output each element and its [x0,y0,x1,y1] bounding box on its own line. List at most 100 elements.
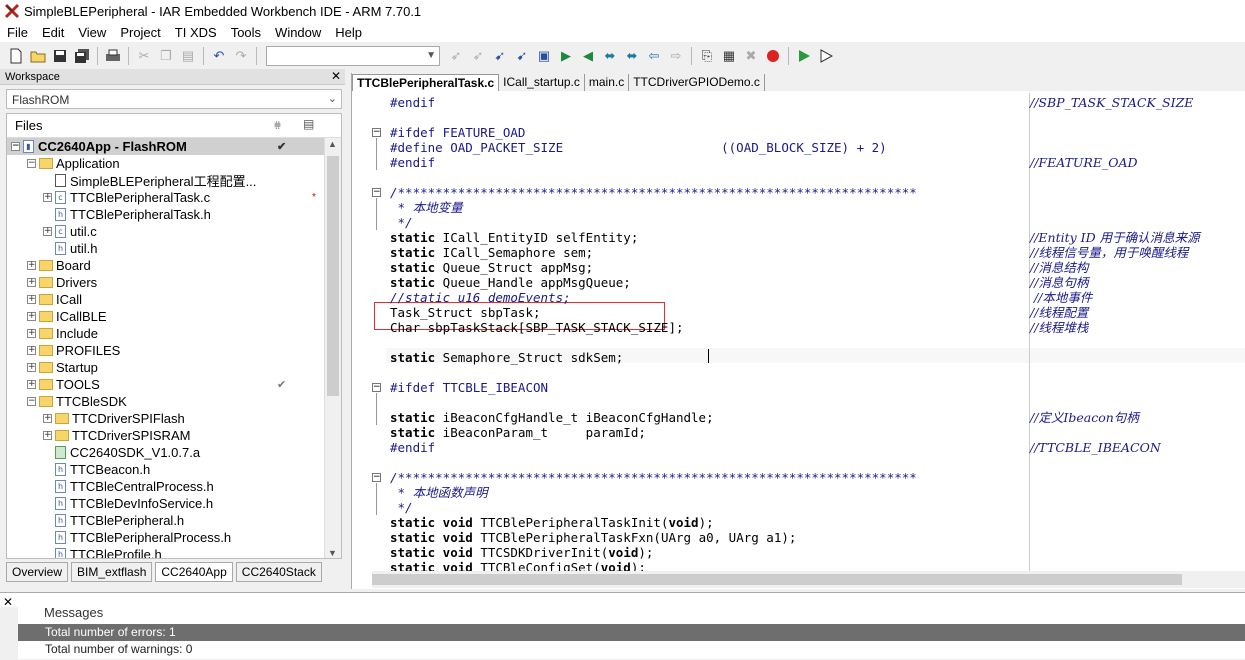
menu-tools[interactable]: Tools [224,25,268,40]
fold-toggle-icon[interactable]: − [372,473,381,482]
debug-without-download-icon[interactable] [816,46,836,66]
compile-icon[interactable]: ⎘ [697,46,717,66]
tab-overview[interactable]: Overview [6,562,69,582]
download-debug-icon[interactable] [794,46,814,66]
save-all-icon[interactable] [72,46,92,66]
tree-item[interactable]: + ICall [7,291,341,308]
files-column-header[interactable]: Files [15,118,42,133]
tree-item[interactable]: h TTCBlePeripheralTask.h [7,206,341,223]
print-icon[interactable] [103,46,123,66]
tree-scrollbar[interactable]: ▲ ▼ [324,138,341,558]
new-file-icon[interactable] [6,46,26,66]
tree-item[interactable]: CC2640SDK_V1.0.7.a [7,444,341,461]
tree-item[interactable]: + Include [7,325,341,342]
go-to-icon[interactable]: ▣ [534,46,554,66]
scroll-up-icon[interactable]: ▲ [328,139,337,149]
tree-item[interactable]: + Startup [7,359,341,376]
toggle-bookmark-icon[interactable]: ➶ [446,46,466,66]
build-column-icon[interactable]: ⩷ [274,117,281,132]
expand-icon[interactable]: + [27,380,36,389]
tree-item[interactable]: + Board [7,257,341,274]
open-icon[interactable] [28,46,48,66]
tree-item[interactable]: h TTCBeacon.h [7,461,341,478]
tree-item[interactable]: + TTCDriverSPIFlash [7,410,341,427]
scroll-down-icon[interactable]: ▼ [328,548,337,558]
tree-item[interactable]: h TTCBleCentralProcess.h [7,478,341,495]
browse-icon[interactable]: ⇦ [644,46,664,66]
make-icon[interactable]: ▦ [719,46,739,66]
tree-item[interactable]: + TOOLS ✔ [7,376,341,393]
menu-view[interactable]: View [71,25,113,40]
expand-icon[interactable]: + [27,329,36,338]
tree-item[interactable]: − TTCBleSDK [7,393,341,410]
menu-edit[interactable]: Edit [35,25,71,40]
fold-toggle-icon[interactable]: − [372,188,381,197]
copy-icon[interactable]: ❐ [156,46,176,66]
find-icon[interactable]: ➹ [490,46,510,66]
menu-window[interactable]: Window [268,25,328,40]
tab-bim-extflash[interactable]: BIM_extflash [71,562,153,582]
expand-icon[interactable]: + [27,346,36,355]
menu-help[interactable]: Help [328,25,369,40]
expand-icon[interactable]: + [43,193,52,202]
tab-icall-startup-c[interactable]: ICall_startup.c [499,74,585,91]
expand-icon[interactable]: + [27,278,36,287]
tree-item[interactable]: h TTCBlePeripheralProcess.h [7,529,341,546]
tab-ttcdrivergpiodemo-c[interactable]: TTCDriverGPIODemo.c [629,74,765,91]
build-configuration-select[interactable]: FlashROM ⌄ [6,89,342,109]
next-bookmark-icon[interactable]: ➶ [468,46,488,66]
scrollbar-thumb[interactable] [372,574,1182,585]
find-combo-box[interactable]: ▼ [266,46,440,66]
fold-toggle-icon[interactable]: − [372,128,381,137]
expand-icon[interactable]: + [43,431,52,440]
menu-ti-xds[interactable]: TI XDS [168,25,224,40]
message-row[interactable]: Total number of warnings: 0 [18,641,1245,658]
expand-icon[interactable]: + [27,261,36,270]
save-icon[interactable] [50,46,70,66]
options-column-icon[interactable]: ▤ [303,117,314,131]
code-area[interactable]: #endif //SBP_TASK_STACK_SIZE #ifdef FEATUR… [352,93,1245,571]
tree-item[interactable]: h util.h [7,240,341,257]
expand-icon[interactable]: + [43,414,52,423]
tree-item[interactable]: − ▮ CC2640App - FlashROM ✔ [7,138,341,155]
fold-toggle-icon[interactable]: − [372,383,381,392]
tree-item[interactable]: h TTCBleProfile.h [7,546,341,558]
cut-icon[interactable]: ✂ [134,46,154,66]
menu-file[interactable]: File [0,25,35,40]
collapse-icon[interactable]: − [27,159,36,168]
editor-horizontal-scrollbar[interactable] [372,571,1245,588]
tree-item[interactable]: + c util.c [7,223,341,240]
menu-project[interactable]: Project [113,25,167,40]
tree-item[interactable]: − Application [7,155,341,172]
navigate-back-icon[interactable]: ▶ [556,46,576,66]
tree-item[interactable]: + ICallBLE [7,308,341,325]
tree-item[interactable]: + PROFILES [7,342,341,359]
expand-icon[interactable]: + [43,227,52,236]
paste-icon[interactable]: ▤ [178,46,198,66]
toggle-breakpoint-icon[interactable] [763,46,783,66]
collapse-icon[interactable]: − [27,397,36,406]
undo-icon[interactable]: ↶ [209,46,229,66]
replace-icon[interactable]: ➹ [512,46,532,66]
collapse-icon[interactable]: − [11,142,20,151]
tab-ttcbleperipheraltask-c[interactable]: TTCBlePeripheralTask.c [352,74,500,91]
next-location-icon[interactable]: ⬌ [600,46,620,66]
expand-icon[interactable]: + [27,363,36,372]
stop-build-icon[interactable]: ✖ [741,46,761,66]
message-row[interactable]: Total number of errors: 1 [18,624,1245,641]
expand-icon[interactable]: + [27,312,36,321]
browse-forward-icon[interactable]: ⇨ [666,46,686,66]
tab-cc2640app[interactable]: CC2640App [155,562,233,582]
redo-icon[interactable]: ↷ [231,46,251,66]
tree-item[interactable]: + Drivers [7,274,341,291]
tree-item[interactable]: + TTCDriverSPISRAM [7,427,341,444]
tree-item[interactable]: + c TTCBlePeripheralTask.c * [7,189,341,206]
scrollbar-thumb[interactable] [327,156,339,396]
close-icon[interactable]: ✕ [331,69,341,83]
tree-item[interactable]: SimpleBLEPeripheral工程配置... [7,172,341,189]
expand-icon[interactable]: + [27,295,36,304]
tree-item[interactable]: h TTCBlePeripheral.h [7,512,341,529]
tab-main-c[interactable]: main.c [585,74,630,91]
previous-location-icon[interactable]: ⬌ [622,46,642,66]
tree-item[interactable]: h TTCBleDevInfoService.h [7,495,341,512]
